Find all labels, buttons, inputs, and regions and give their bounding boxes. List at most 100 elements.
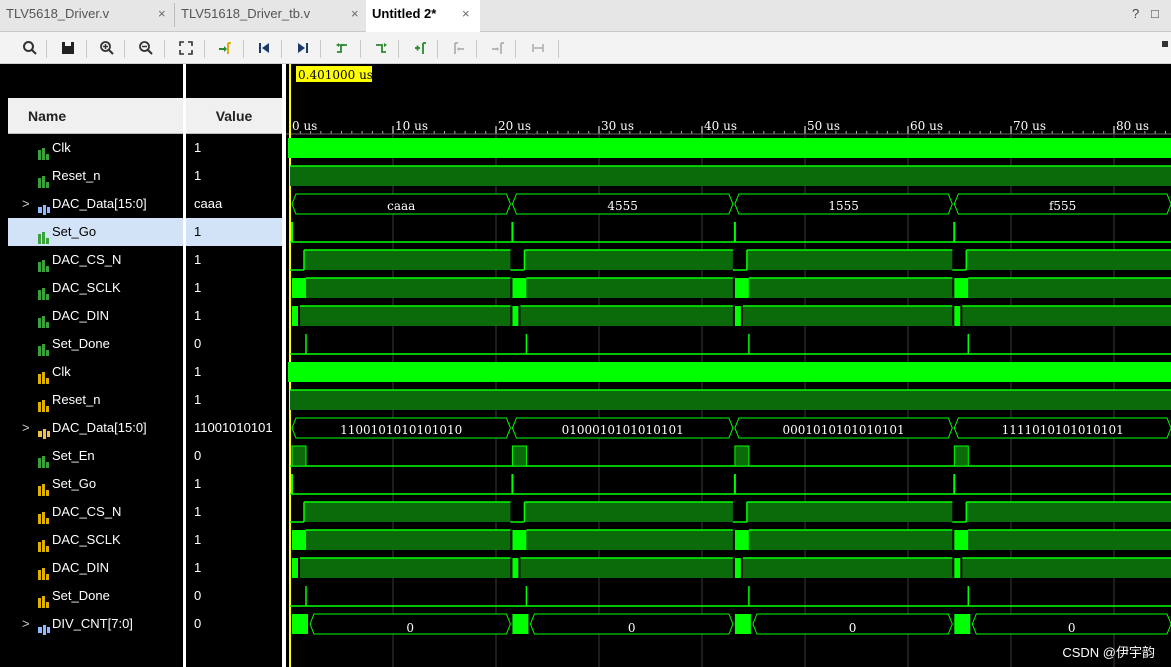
go-to-cursor-icon[interactable] [213,32,237,64]
bus-value: 1111010101010101 [1002,423,1124,437]
div-active [954,614,971,634]
signal-value[interactable]: 1 [186,554,282,582]
burst-active [734,306,741,326]
signal-value[interactable]: 1 [186,246,282,274]
burst-active [734,558,741,578]
signal-value[interactable]: 1 [186,218,282,246]
toolbar-divider [86,40,87,58]
burst-active [292,558,298,578]
signal-name-row[interactable]: Reset_n [8,386,183,414]
signal-name-row[interactable]: Set_Done [8,330,183,358]
close-icon[interactable]: × [351,0,359,28]
signal-value[interactable]: 1 [186,162,282,190]
signal-name: Set_En [52,448,95,463]
signal-value[interactable]: 0 [186,330,282,358]
bus-value: 0100010101010101 [562,423,684,437]
zoom-fit-icon[interactable] [174,32,198,64]
bus-value: 0 [849,621,857,635]
signal-name-row[interactable]: Set_Go [8,470,183,498]
more-icon[interactable] [1162,41,1168,47]
bus-value: 0 [406,621,414,635]
signal-name-row[interactable]: Set_Go [8,218,183,246]
toolbar-divider [124,40,125,58]
go-to-start-icon[interactable] [252,32,276,64]
chevron-right-icon[interactable]: > [22,414,30,442]
burst-idle [748,278,953,298]
signal-value[interactable]: 0 [186,442,282,470]
en-pulse [291,445,307,467]
burst-active [954,530,969,550]
chevron-right-icon[interactable]: > [22,610,30,638]
previous-marker-icon[interactable] [447,32,471,64]
signal-value[interactable]: 0 [186,582,282,610]
signal-value[interactable]: 11001010101 [186,414,282,442]
bus-value: 0 [628,621,636,635]
signal-name-row[interactable]: DAC_CS_N [8,246,183,274]
burst-idle [306,278,511,298]
signal-name-row[interactable]: Set_En [8,442,183,470]
signal-name-row[interactable]: > DIV_CNT[7:0] [8,610,183,638]
signal-name-row[interactable]: DAC_DIN [8,554,183,582]
search-icon[interactable] [18,32,42,64]
burst-idle [306,530,511,550]
time-tick-label: 80 us [1116,119,1149,133]
burst-idle [962,306,1171,326]
bus-value: 1100101010101010 [340,423,462,437]
signal-value[interactable]: 1 [186,358,282,386]
signal-name-row[interactable]: > DAC_Data[15:0] [8,414,183,442]
next-transition-icon[interactable] [369,32,393,64]
previous-transition-icon[interactable] [330,32,354,64]
value-header[interactable]: Value [186,98,282,134]
signal-value[interactable]: 1 [186,302,282,330]
burst-active [512,278,527,298]
signal-value[interactable]: 1 [186,274,282,302]
signal-name: Set_Done [52,336,110,351]
signal-value[interactable]: 1 [186,386,282,414]
burst-idle [962,558,1171,578]
help-icon[interactable]: ? [1132,6,1139,21]
burst-active [734,278,749,298]
cs-high [304,502,511,522]
signal-name-row[interactable]: DAC_CS_N [8,498,183,526]
chevron-right-icon[interactable]: > [22,190,30,218]
cs-high [304,250,511,270]
signal-name-row[interactable]: Clk [8,134,183,162]
signal-name-row[interactable]: DAC_DIN [8,302,183,330]
tab-tlv51618-driver-tb[interactable]: TLV51618_Driver_tb.v × [175,0,365,32]
burst-idle [742,558,953,578]
signal-value[interactable]: 1 [186,498,282,526]
signal-name-row[interactable]: > DAC_Data[15:0] [8,190,183,218]
signal-name-row[interactable]: DAC_SCLK [8,526,183,554]
swap-cursors-icon[interactable] [526,32,550,64]
toolbar-divider [320,40,321,58]
tab-tlv5618-driver[interactable]: TLV5618_Driver.v × [0,0,174,32]
waveform-area[interactable]: 0 us 10 us 20 us 30 us 40 us 50 us 60 us 70 us 8… [286,64,1171,667]
zoom-out-icon[interactable] [134,32,158,64]
tab-untitled-2[interactable]: Untitled 2* × [366,0,480,32]
zoom-in-icon[interactable] [95,32,119,64]
cs-high [746,250,953,270]
signal-name-row[interactable]: DAC_SCLK [8,274,183,302]
signal-value[interactable]: 1 [186,470,282,498]
save-icon[interactable] [56,32,80,64]
next-marker-icon[interactable] [486,32,510,64]
signal-name-row[interactable]: Reset_n [8,162,183,190]
waveform-canvas[interactable]: 0 us 10 us 20 us 30 us 40 us 50 us 60 us 70 us 8… [286,64,1171,667]
close-icon[interactable]: × [158,0,166,28]
toolbar-divider [46,40,47,58]
signal-value[interactable]: caaa [186,190,282,218]
burst-idle [300,306,511,326]
signal-name-row[interactable]: Clk [8,358,183,386]
add-marker-icon[interactable] [408,32,432,64]
signal-name: DAC_Data[15:0] [52,420,147,435]
time-tick-label: 20 us [498,119,531,133]
signal-value[interactable]: 1 [186,134,282,162]
close-icon[interactable]: × [462,0,470,28]
signal-value[interactable]: 1 [186,526,282,554]
name-header[interactable]: Name [8,98,183,134]
signal-value[interactable]: 0 [186,610,282,638]
signal-name-row[interactable]: Set_Done [8,582,183,610]
restore-icon[interactable]: □ [1151,6,1159,21]
time-tick-label: 30 us [601,119,634,133]
go-to-end-icon[interactable] [291,32,315,64]
